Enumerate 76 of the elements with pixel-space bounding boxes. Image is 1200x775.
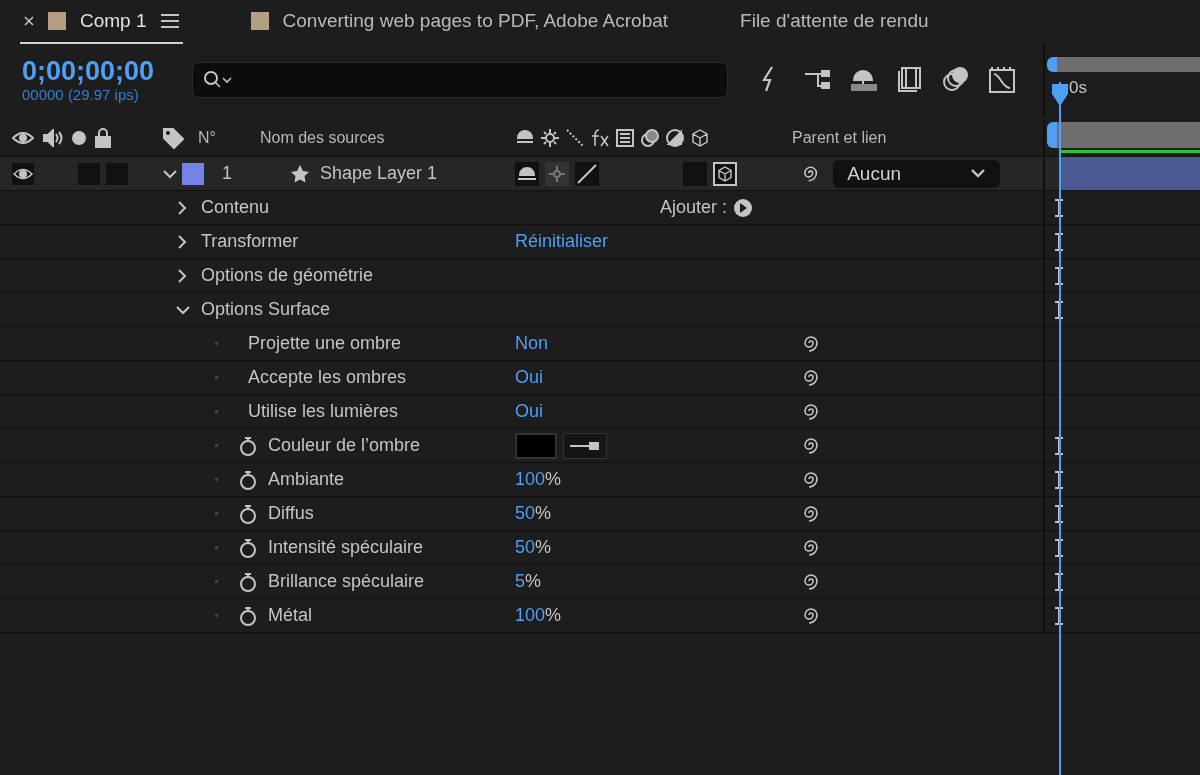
quality-icon[interactable]: [565, 128, 585, 148]
layer-number: 1: [222, 163, 232, 184]
color-swatch[interactable]: [515, 432, 557, 459]
property-name: Transformer: [201, 231, 299, 252]
label-color-swatch[interactable]: [182, 162, 204, 185]
work-area-handle[interactable]: [1047, 57, 1057, 72]
property-name: Contenu: [201, 197, 270, 218]
playhead-icon[interactable]: [1050, 82, 1070, 108]
property-value[interactable]: 50%: [515, 537, 552, 558]
eye-icon[interactable]: [12, 131, 34, 145]
column-header[interactable]: Nom des sources: [259, 129, 385, 147]
panel-tab[interactable]: File d'attente de rendu: [736, 0, 933, 44]
property-name: Ambiante: [268, 469, 345, 490]
add-label: Ajouter :: [660, 197, 728, 218]
layers-icon[interactable]: [942, 66, 970, 94]
property-value[interactable]: Oui: [515, 367, 543, 388]
search-icon: [203, 70, 233, 90]
label-icon[interactable]: [162, 127, 184, 149]
timecode[interactable]: 0;00;00;00: [22, 56, 192, 86]
stopwatch-icon[interactable]: [238, 468, 258, 491]
graph-editor-icon[interactable]: [988, 66, 1016, 94]
property-name: Intensité spéculaire: [268, 537, 424, 558]
property-name: Options de géométrie: [201, 265, 374, 286]
film-icon[interactable]: [896, 66, 924, 94]
property-name: Options Surface: [201, 299, 331, 320]
property-name: Utilise les lumières: [248, 401, 399, 422]
layer-name[interactable]: Shape Layer 1: [320, 163, 438, 184]
property-value[interactable]: 50%: [515, 503, 552, 524]
stopwatch-icon[interactable]: [238, 570, 258, 593]
star-icon: [290, 163, 310, 184]
adjustment-icon[interactable]: [665, 128, 685, 148]
fx-icon[interactable]: [590, 128, 610, 148]
composition-icon: [250, 12, 269, 30]
reset-link[interactable]: Réinitialiser: [515, 231, 609, 252]
panel-tab[interactable]: Converting web pages to PDF, Adobe Acrobat: [246, 0, 673, 44]
play-icon[interactable]: [733, 197, 754, 218]
stopwatch-icon[interactable]: [238, 434, 258, 457]
parent-dropdown[interactable]: Aucun: [833, 159, 1000, 188]
chevron-icon: [970, 167, 986, 180]
menu-icon[interactable]: [160, 14, 179, 28]
stopwatch-icon[interactable]: [238, 604, 258, 627]
quality-switch[interactable]: [575, 161, 599, 186]
solo-icon[interactable]: [72, 131, 86, 145]
shy-switch[interactable]: [515, 161, 539, 186]
film-icon[interactable]: [615, 128, 635, 148]
column-header[interactable]: N°: [198, 129, 216, 147]
column-header[interactable]: Parent et lien: [792, 129, 887, 147]
composition-icon: [48, 12, 66, 30]
close-icon[interactable]: [24, 16, 34, 26]
property-name: Diffus: [268, 503, 314, 524]
property-name: Couleur de l’ombre: [268, 435, 421, 456]
property-value[interactable]: 5%: [515, 571, 542, 592]
visibility-toggle[interactable]: [12, 162, 34, 185]
property-value[interactable]: 100%: [515, 469, 562, 490]
panel-tab[interactable]: Comp 1: [20, 0, 183, 44]
property-value[interactable]: Non: [515, 333, 549, 354]
stopwatch-icon[interactable]: [238, 502, 258, 525]
property-name: Projette une ombre: [248, 333, 402, 354]
property-value[interactable]: Oui: [515, 401, 543, 422]
frame-count: 00000 (29.97 ips): [22, 86, 140, 104]
property-name: Accepte les ombres: [248, 367, 407, 388]
lock-icon[interactable]: [94, 128, 112, 148]
property-name: Brillance spéculaire: [268, 571, 425, 592]
search-field[interactable]: [192, 62, 728, 98]
sun-switch[interactable]: [545, 161, 569, 186]
layers-icon[interactable]: [640, 128, 660, 148]
stopwatch-icon[interactable]: [238, 536, 258, 559]
time-ruler-label: 0s: [1069, 78, 1087, 98]
speaker-icon[interactable]: [42, 129, 64, 147]
cube-icon[interactable]: [690, 128, 710, 148]
property-value[interactable]: 100%: [515, 605, 562, 626]
eyedropper-button[interactable]: [563, 432, 607, 459]
property-name: Métal: [268, 605, 312, 626]
cube-switch[interactable]: [713, 161, 737, 186]
time-navigator-handle[interactable]: [1047, 122, 1057, 148]
sun-icon[interactable]: [540, 128, 560, 148]
